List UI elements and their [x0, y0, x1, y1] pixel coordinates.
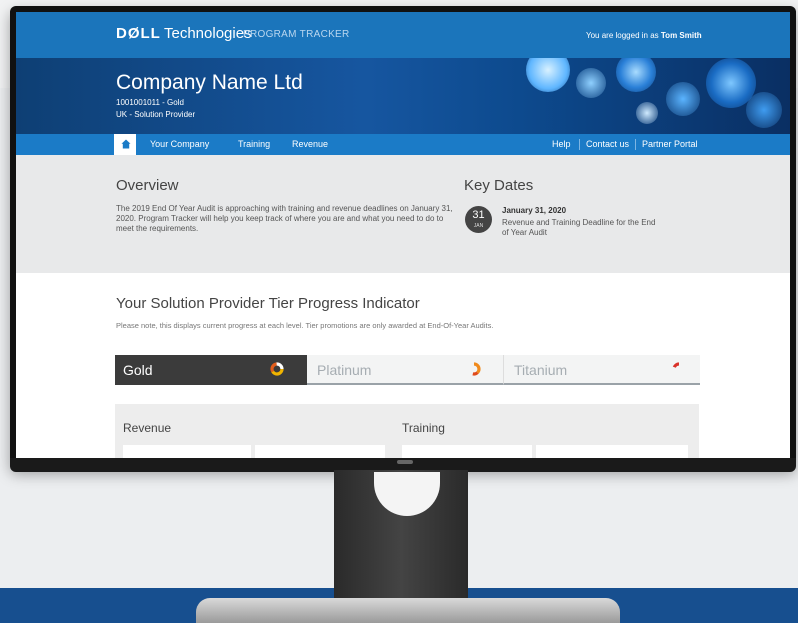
key-date: January 31, 2020 — [502, 206, 567, 215]
account-number: 1001001011 - Gold — [116, 98, 184, 107]
partner-type: UK - Solution Provider — [116, 110, 196, 119]
nav-divider — [579, 139, 580, 150]
banner-decoration — [526, 58, 570, 92]
tier-tab-titanium[interactable]: Titanium — [503, 355, 700, 385]
tier-progress-note: Please note, this displays current progr… — [116, 321, 494, 330]
training-card[interactable] — [536, 445, 688, 458]
tier-label: Titanium — [514, 362, 568, 378]
banner-decoration — [666, 82, 700, 116]
overview-section: Overview The 2019 End Of Year Audit is a… — [16, 155, 790, 273]
dell-logo[interactable]: DØLL — [116, 25, 161, 42]
revenue-card[interactable] — [123, 445, 251, 458]
brand-technologies: Technologies — [164, 25, 252, 42]
main-nav: Your Company Training Revenue Help Conta… — [16, 134, 790, 155]
overview-text: The 2019 End Of Year Audit is approachin… — [116, 204, 453, 233]
nav-help[interactable]: Help — [552, 139, 571, 149]
tier-tab-platinum[interactable]: Platinum — [307, 355, 503, 385]
monitor-base — [196, 598, 620, 623]
nav-training[interactable]: Training — [238, 139, 270, 149]
screen: DØLL Technologies PROGRAM TRACKER You ar… — [16, 12, 790, 458]
calendar-month: JAN — [473, 223, 484, 229]
nav-contact-us[interactable]: Contact us — [586, 139, 629, 149]
banner-decoration — [636, 102, 658, 124]
tier-label: Gold — [123, 362, 153, 378]
training-card[interactable] — [402, 445, 532, 458]
tier-progress-title: Your Solution Provider Tier Progress Ind… — [116, 295, 420, 312]
progress-donut-icon — [467, 362, 481, 376]
nav-revenue[interactable]: Revenue — [292, 139, 328, 149]
monitor-logo — [397, 460, 413, 464]
company-banner: Company Name Ltd 1001001011 - Gold UK - … — [16, 58, 790, 134]
banner-decoration — [746, 92, 782, 128]
calendar-day: 31 — [472, 209, 485, 221]
login-status: You are logged in as Tom Smith — [586, 31, 702, 40]
key-dates-title: Key Dates — [464, 177, 534, 194]
training-label: Training — [402, 421, 445, 435]
revenue-label: Revenue — [123, 421, 172, 435]
home-icon[interactable] — [121, 139, 131, 149]
banner-decoration — [576, 68, 606, 98]
tier-tab-gold[interactable]: Gold — [115, 355, 307, 385]
banner-decoration — [616, 58, 656, 92]
nav-divider — [635, 139, 636, 150]
progress-donut-icon — [270, 362, 284, 376]
overview-title: Overview — [116, 177, 179, 194]
metrics-panel: Revenue Training — [115, 404, 699, 458]
tier-label: Platinum — [317, 362, 372, 378]
revenue-card[interactable] — [255, 445, 385, 458]
company-name: Company Name Ltd — [116, 71, 303, 94]
nav-partner-portal[interactable]: Partner Portal — [642, 139, 698, 149]
login-user: Tom Smith — [660, 31, 702, 40]
nav-your-company[interactable]: Your Company — [150, 139, 209, 149]
key-date-description: Revenue and Training Deadline for the En… — [502, 218, 656, 237]
progress-donut-icon — [672, 362, 686, 376]
top-bar: DØLL Technologies PROGRAM TRACKER You ar… — [16, 12, 790, 58]
product-name: PROGRAM TRACKER — [243, 29, 350, 40]
